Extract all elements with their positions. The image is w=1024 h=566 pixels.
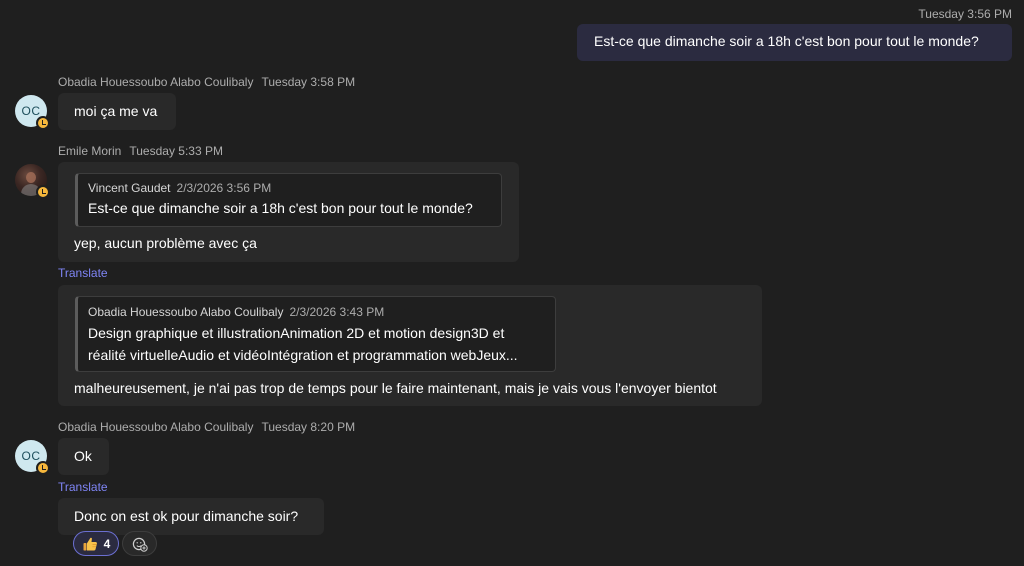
message-timestamp: Tuesday 5:33 PM xyxy=(129,144,223,158)
message-bubble[interactable]: moi ça me va xyxy=(58,93,176,130)
message-text: Donc on est ok pour dimanche soir? xyxy=(74,508,299,524)
message-timestamp: Tuesday 3:58 PM xyxy=(261,75,356,89)
reaction-count: 4 xyxy=(103,536,111,551)
message-bubble[interactable]: Donc on est ok pour dimanche soir? xyxy=(58,498,324,535)
avatar[interactable] xyxy=(15,164,50,199)
message-bubble[interactable]: Ok xyxy=(58,438,109,475)
thumbs-up-icon xyxy=(83,537,97,550)
quote-header: Vincent Gaudet 2/3/2026 3:56 PM xyxy=(88,181,491,195)
reaction-thumbs-up[interactable]: 4 xyxy=(73,531,119,556)
message-header: Emile Morin Tuesday 5:33 PM xyxy=(58,144,223,158)
message-header: Obadia Houessoubo Alabo Coulibaly Tuesday… xyxy=(58,75,355,89)
translate-link[interactable]: Translate xyxy=(58,480,108,494)
message-text: moi ça me va xyxy=(74,103,158,119)
quoted-message[interactable]: Vincent Gaudet 2/3/2026 3:56 PM Est-ce qu… xyxy=(75,173,502,227)
message-text: yep, aucun problème avec ça xyxy=(74,235,257,251)
quote-text-line-2: réalité virtuelleAudio et vidéoIntégrati… xyxy=(88,347,518,363)
add-reaction-button[interactable] xyxy=(122,531,157,556)
translate-link[interactable]: Translate xyxy=(58,266,108,280)
quote-date: 2/3/2026 3:43 PM xyxy=(289,305,385,319)
message-header: Obadia Houessoubo Alabo Coulibaly Tuesday… xyxy=(58,420,355,434)
sender-name: Emile Morin xyxy=(58,144,122,158)
sender-name: Obadia Houessoubo Alabo Coulibaly xyxy=(58,420,254,434)
quote-author: Vincent Gaudet xyxy=(88,181,171,195)
avatar[interactable]: OC xyxy=(15,95,50,130)
quote-date: 2/3/2026 3:56 PM xyxy=(176,181,272,195)
own-message-bubble[interactable]: Est-ce que dimanche soir a 18h c'est bon… xyxy=(577,24,1012,61)
message-timestamp: Tuesday 8:20 PM xyxy=(261,420,356,434)
sender-name: Obadia Houessoubo Alabo Coulibaly xyxy=(58,75,254,89)
away-status-icon xyxy=(36,116,50,130)
quote-author: Obadia Houessoubo Alabo Coulibaly xyxy=(88,305,284,319)
message-text: malheureusement, je n'ai pas trop de tem… xyxy=(74,380,717,396)
avatar[interactable]: OC xyxy=(15,440,50,475)
away-status-icon xyxy=(36,461,50,475)
quote-text: Est-ce que dimanche soir a 18h c'est bon… xyxy=(88,200,473,216)
chat-thread: Tuesday 3:56 PM Est-ce que dimanche soir… xyxy=(0,0,1024,566)
add-reaction-icon xyxy=(132,537,148,552)
quoted-message[interactable]: Obadia Houessoubo Alabo Coulibaly 2/3/202… xyxy=(75,296,556,372)
message-text: Ok xyxy=(74,448,92,464)
own-message-timestamp: Tuesday 3:56 PM xyxy=(918,7,1012,21)
away-status-icon xyxy=(36,185,50,199)
quote-text-line-1: Design graphique et illustrationAnimatio… xyxy=(88,325,505,341)
quote-header: Obadia Houessoubo Alabo Coulibaly 2/3/202… xyxy=(88,305,545,319)
message-bubble[interactable]: Vincent Gaudet 2/3/2026 3:56 PM Est-ce qu… xyxy=(58,162,519,262)
message-text: Est-ce que dimanche soir a 18h c'est bon… xyxy=(594,33,979,49)
message-bubble[interactable]: Obadia Houessoubo Alabo Coulibaly 2/3/202… xyxy=(58,285,762,406)
